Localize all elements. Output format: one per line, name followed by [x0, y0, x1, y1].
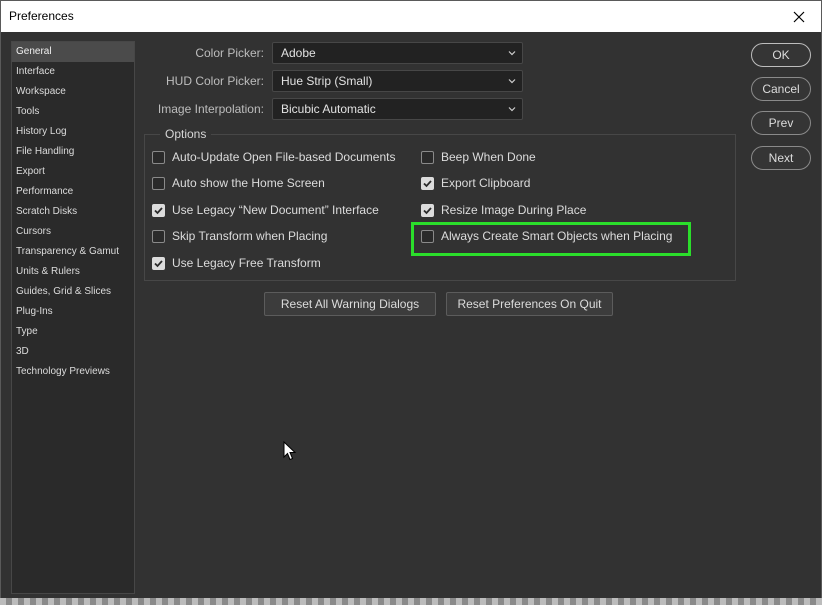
- options-legend: Options: [160, 127, 212, 141]
- checkbox-label: Export Clipboard: [441, 176, 531, 190]
- checkbox-box[interactable]: [421, 176, 434, 190]
- checkbox-label: Use Legacy Free Transform: [172, 256, 321, 270]
- hud-color-picker-label: HUD Color Picker:: [165, 74, 264, 88]
- background-strip: [0, 598, 822, 605]
- title-bar: Preferences: [1, 1, 821, 32]
- sidebar-item-3d[interactable]: 3D: [12, 342, 134, 362]
- sidebar-item-workspace[interactable]: Workspace: [12, 82, 134, 102]
- checkbox-label: Auto-Update Open File-based Documents: [172, 150, 396, 164]
- image-interpolation-row: Image Interpolation:: [141, 98, 268, 120]
- resize-image-during-place-checkbox[interactable]: Resize Image During Place: [421, 203, 586, 217]
- color-picker-row: Color Picker:: [141, 42, 268, 64]
- sidebar-item-cursors[interactable]: Cursors: [12, 222, 134, 242]
- checkbox-label: Use Legacy “New Document” Interface: [172, 203, 379, 217]
- sidebar-item-plug-ins[interactable]: Plug-Ins: [12, 302, 134, 322]
- hud-color-picker-select[interactable]: Hue Strip (Small): [272, 70, 523, 92]
- checkbox-label: Resize Image During Place: [441, 203, 587, 217]
- export-clipboard-checkbox[interactable]: Export Clipboard: [421, 176, 530, 190]
- checkbox-box[interactable]: [152, 176, 165, 190]
- chevron-down-icon: [508, 51, 516, 56]
- auto-update-documents-checkbox[interactable]: Auto-Update Open File-based Documents: [152, 150, 395, 164]
- close-button[interactable]: [777, 1, 821, 32]
- chevron-down-icon: [508, 79, 516, 84]
- image-interpolation-value: Bicubic Automatic: [281, 102, 376, 116]
- chevron-down-icon: [508, 107, 516, 112]
- checkbox-label: Skip Transform when Placing: [172, 229, 328, 243]
- ok-button[interactable]: OK: [751, 43, 811, 67]
- sidebar-item-guides-grid-slices[interactable]: Guides, Grid & Slices: [12, 282, 134, 302]
- checkbox-box[interactable]: [152, 203, 165, 217]
- skip-transform-placing-checkbox[interactable]: Skip Transform when Placing: [152, 229, 327, 243]
- image-interpolation-label: Image Interpolation:: [157, 102, 264, 116]
- sidebar-item-interface[interactable]: Interface: [12, 62, 134, 82]
- checkmark-icon: [423, 206, 432, 214]
- checkmark-icon: [423, 179, 432, 187]
- sidebar-item-export[interactable]: Export: [12, 162, 134, 182]
- legacy-free-transform-checkbox[interactable]: Use Legacy Free Transform: [152, 256, 321, 270]
- checkbox-label: Beep When Done: [441, 150, 536, 164]
- sidebar-item-performance[interactable]: Performance: [12, 182, 134, 202]
- sidebar-item-type[interactable]: Type: [12, 322, 134, 342]
- color-picker-value: Adobe: [281, 46, 316, 60]
- window-title: Preferences: [9, 9, 74, 23]
- preferences-dialog: Preferences General Interface Workspace …: [0, 0, 822, 605]
- checkbox-box[interactable]: [152, 256, 165, 270]
- color-picker-select[interactable]: Adobe: [272, 42, 523, 64]
- sidebar-item-tools[interactable]: Tools: [12, 102, 134, 122]
- sidebar-item-technology-previews[interactable]: Technology Previews: [12, 362, 134, 382]
- sidebar-item-units-rulers[interactable]: Units & Rulers: [12, 262, 134, 282]
- hud-color-picker-value: Hue Strip (Small): [281, 74, 373, 88]
- sidebar-item-file-handling[interactable]: File Handling: [12, 142, 134, 162]
- preferences-sidebar: General Interface Workspace Tools Histor…: [11, 41, 135, 594]
- beep-when-done-checkbox[interactable]: Beep When Done: [421, 150, 536, 164]
- next-button[interactable]: Next: [751, 146, 811, 170]
- image-interpolation-select[interactable]: Bicubic Automatic: [272, 98, 523, 120]
- sidebar-item-general[interactable]: General: [12, 42, 134, 62]
- mouse-pointer-icon: [283, 441, 297, 461]
- checkmark-icon: [154, 206, 163, 214]
- checkbox-box[interactable]: [421, 150, 434, 164]
- auto-show-home-screen-checkbox[interactable]: Auto show the Home Screen: [152, 176, 325, 190]
- checkbox-box[interactable]: [152, 229, 165, 243]
- prev-button[interactable]: Prev: [751, 111, 811, 135]
- cancel-button[interactable]: Cancel: [751, 77, 811, 101]
- hud-color-picker-row: HUD Color Picker:: [141, 70, 268, 92]
- checkmark-icon: [154, 259, 163, 267]
- reset-preferences-button[interactable]: Reset Preferences On Quit: [446, 292, 613, 316]
- sidebar-item-history-log[interactable]: History Log: [12, 122, 134, 142]
- checkbox-box[interactable]: [152, 150, 165, 164]
- highlight-box: [411, 222, 691, 256]
- reset-warning-dialogs-button[interactable]: Reset All Warning Dialogs: [264, 292, 436, 316]
- close-icon: [793, 11, 805, 22]
- checkbox-box[interactable]: [421, 203, 434, 217]
- legacy-new-document-checkbox[interactable]: Use Legacy “New Document” Interface: [152, 203, 379, 217]
- sidebar-item-transparency-gamut[interactable]: Transparency & Gamut: [12, 242, 134, 262]
- checkbox-label: Auto show the Home Screen: [172, 176, 325, 190]
- color-picker-label: Color Picker:: [195, 46, 264, 60]
- sidebar-item-scratch-disks[interactable]: Scratch Disks: [12, 202, 134, 222]
